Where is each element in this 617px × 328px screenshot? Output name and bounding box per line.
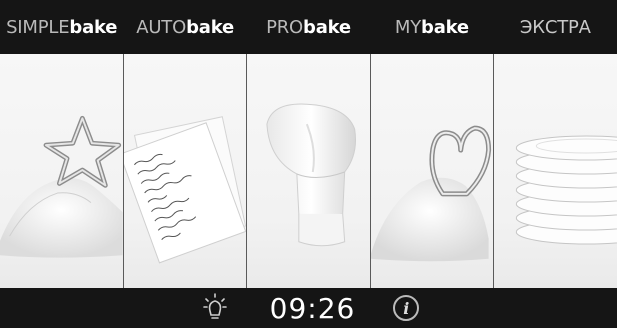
tab-extra[interactable]: ЭКСТРА xyxy=(494,0,617,54)
tab-simplebake[interactable]: SIMPLE bake xyxy=(0,0,123,54)
mode-panels xyxy=(0,54,617,288)
panel-extra[interactable] xyxy=(494,54,617,288)
tab-probake-prefix: PRO xyxy=(266,16,304,38)
panel-mybake[interactable] xyxy=(370,54,495,288)
tab-autobake-prefix: AUTO xyxy=(136,16,187,38)
tab-simplebake-suffix: bake xyxy=(69,16,118,38)
oven-screen: SIMPLE bake AUTO bake PRO bake MY bake ЭКСТР… xyxy=(0,0,617,328)
tab-mybake[interactable]: MY bake xyxy=(370,0,493,54)
tab-probake-suffix: bake xyxy=(303,16,351,38)
recipe-papers-icon xyxy=(123,116,246,264)
info-icon[interactable]: i xyxy=(393,295,420,321)
tab-mybake-suffix: bake xyxy=(421,16,469,38)
tab-mybake-prefix: MY xyxy=(394,16,422,38)
panel-simplebake[interactable] xyxy=(0,54,124,288)
bottom-status-bar: 09:26 i xyxy=(0,288,617,328)
clock-display: 09:26 xyxy=(269,291,356,325)
tab-autobake[interactable]: AUTO bake xyxy=(123,0,246,54)
top-tab-bar: SIMPLE bake AUTO bake PRO bake MY bake ЭКСТР… xyxy=(0,0,617,54)
tab-extra-label: ЭКСТРА xyxy=(519,16,591,38)
chef-hat-icon xyxy=(266,103,357,247)
flour-heart-cutter-icon xyxy=(370,125,491,262)
flour-star-cutter-icon xyxy=(0,115,123,258)
light-bulb-icon[interactable] xyxy=(198,291,232,325)
panel-probake[interactable] xyxy=(247,54,371,288)
tab-probake[interactable]: PRO bake xyxy=(247,0,370,54)
info-glyph: i xyxy=(403,298,410,318)
tab-autobake-suffix: bake xyxy=(186,16,234,38)
plate-stack-icon xyxy=(516,135,617,245)
tab-simplebake-prefix: SIMPLE xyxy=(6,16,70,38)
panel-autobake[interactable] xyxy=(123,54,248,288)
